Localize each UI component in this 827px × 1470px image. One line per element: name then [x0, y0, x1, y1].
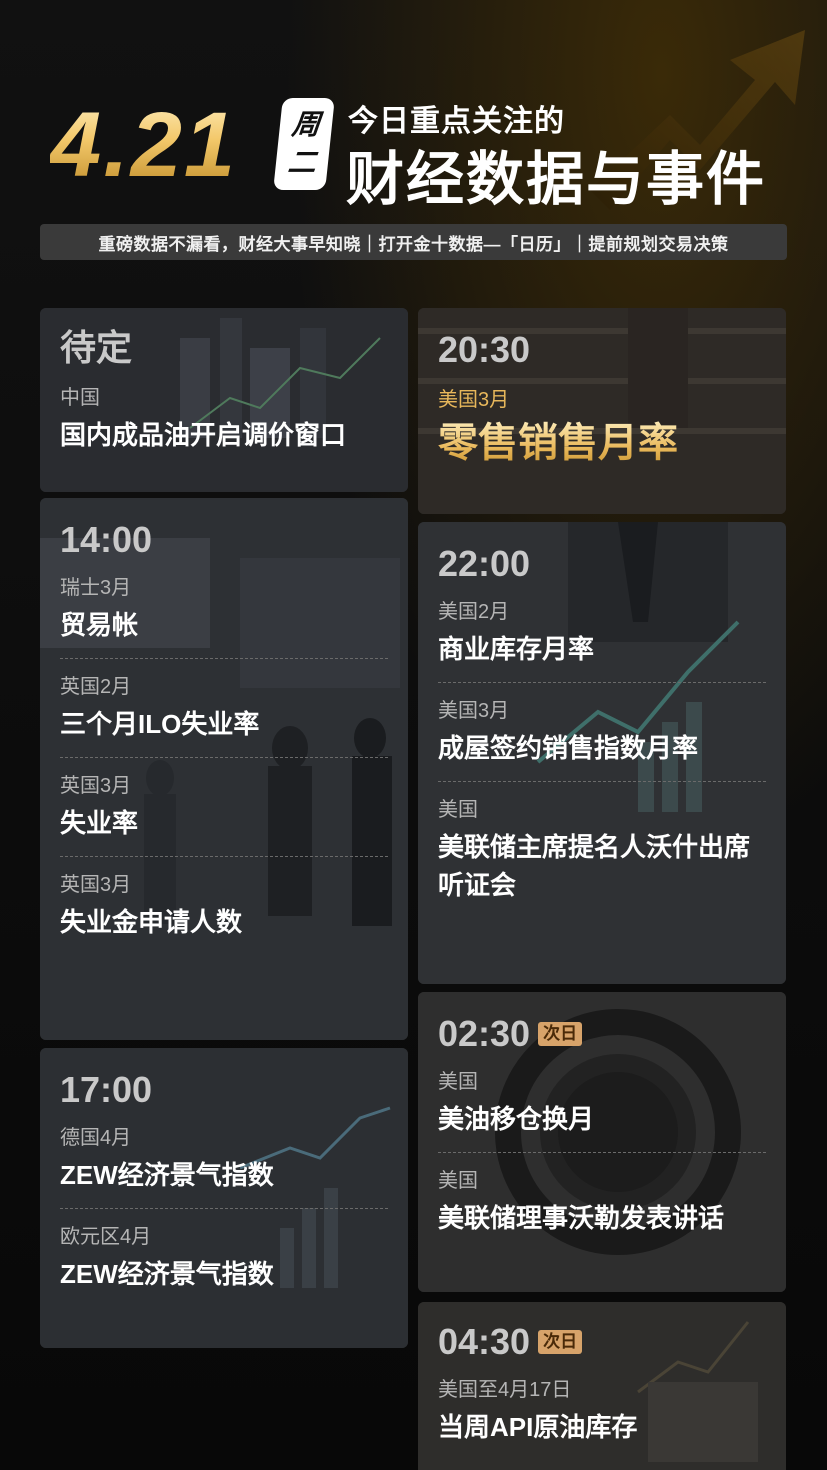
event-time: 17:00 — [60, 1069, 153, 1110]
weekday-badge: 周 二 — [273, 98, 335, 190]
event-title: 美油移仓换月 — [438, 1104, 595, 1134]
date-title: 4.21 — [50, 90, 237, 200]
event-item: 中国 国内成品油开启调价窗口 — [60, 370, 388, 468]
event-item: 美国3月 零售销售月率 — [438, 372, 766, 482]
event-item: 英国3月 失业金申请人数 — [60, 857, 388, 955]
event-region: 英国2月 — [60, 676, 132, 698]
event-item: 美国2月 商业库存月率 — [438, 586, 766, 683]
event-title: 美联储主席提名人沃什出席听证会 — [438, 832, 751, 900]
event-item: 美国 美联储主席提名人沃什出席听证会 — [438, 782, 766, 918]
tagline-banner: 重磅数据不漏看，财经大事早知晓｜打开金十数据—「日历」｜提前规划交易决策 — [40, 224, 787, 260]
event-time-value: 02:30 — [438, 1013, 531, 1054]
event-item: 美国3月 成屋签约销售指数月率 — [438, 683, 766, 782]
event-item: 英国2月 三个月ILO失业率 — [60, 659, 388, 758]
event-title: 贸易帐 — [60, 610, 139, 640]
next-day-badge: 次日 — [538, 1330, 583, 1354]
event-card-2030[interactable]: 20:30 美国3月 零售销售月率 — [418, 308, 786, 514]
event-card-tbd[interactable]: 待定 中国 国内成品油开启调价窗口 — [40, 308, 408, 492]
event-item: 德国4月 ZEW经济景气指数 — [60, 1112, 388, 1209]
event-region: 英国3月 — [60, 775, 132, 797]
event-region: 美国 — [438, 1170, 478, 1192]
weekday-char-1: 周 — [290, 109, 322, 140]
event-title: 失业率 — [60, 808, 139, 838]
event-item: 美国 美油移仓换月 — [438, 1056, 766, 1153]
event-region: 美国 — [438, 1071, 478, 1093]
event-title-highlight: 零售销售月率 — [438, 418, 766, 468]
event-item: 美国至4月17日 当周API原油库存 — [438, 1364, 766, 1460]
event-card-1700[interactable]: 17:00 德国4月 ZEW经济景气指数 欧元区4月 ZEW经济景气指数 — [40, 1048, 408, 1348]
next-day-badge: 次日 — [538, 1022, 583, 1046]
event-region: 美国3月 — [438, 700, 510, 722]
event-time: 待定 — [60, 327, 133, 368]
event-time-value: 04:30 — [438, 1321, 531, 1362]
event-title: 国内成品油开启调价窗口 — [60, 420, 347, 450]
event-card-0430[interactable]: 04:30 次日 美国至4月17日 当周API原油库存 — [418, 1302, 786, 1470]
event-region: 瑞士3月 — [60, 577, 132, 599]
event-title: 美联储理事沃勒发表讲话 — [438, 1203, 725, 1233]
event-time: 20:30 — [438, 329, 531, 370]
event-item: 英国3月 失业率 — [60, 758, 388, 857]
event-region: 英国3月 — [60, 874, 132, 896]
event-item: 瑞士3月 贸易帐 — [60, 562, 388, 659]
event-card-1400[interactable]: 14:00 瑞士3月 贸易帐 英国2月 三个月ILO失业率 英国3月 失业率 英… — [40, 498, 408, 1040]
event-title: 商业库存月率 — [438, 634, 595, 664]
page-header: 4.21 周 二 今日重点关注的 财经数据与事件 — [50, 90, 810, 212]
event-region: 中国 — [60, 387, 100, 409]
event-region: 欧元区4月 — [60, 1226, 152, 1248]
event-title: ZEW经济景气指数 — [60, 1160, 274, 1190]
event-card-0230[interactable]: 02:30 次日 美国 美油移仓换月 美国 美联储理事沃勒发表讲话 — [418, 992, 786, 1292]
event-title: 成屋签约销售指数月率 — [438, 733, 699, 763]
event-title: 失业金申请人数 — [60, 907, 243, 937]
event-item: 美国 美联储理事沃勒发表讲话 — [438, 1153, 766, 1251]
event-time: 04:30 次日 — [438, 1320, 766, 1364]
event-region: 德国4月 — [60, 1127, 132, 1149]
event-card-2200[interactable]: 22:00 美国2月 商业库存月率 美国3月 成屋签约销售指数月率 美国 美联储… — [418, 522, 786, 984]
weekday-char-2: 二 — [286, 147, 318, 178]
event-time: 02:30 次日 — [438, 1012, 766, 1056]
event-item: 欧元区4月 ZEW经济景气指数 — [60, 1209, 388, 1307]
event-region: 美国至4月17日 — [438, 1379, 572, 1401]
headline-title: 财经数据与事件 — [346, 147, 767, 212]
event-region: 美国2月 — [438, 601, 510, 623]
event-region: 美国 — [438, 799, 478, 821]
event-time: 14:00 — [60, 519, 153, 560]
event-title: ZEW经济景气指数 — [60, 1259, 274, 1289]
event-region: 美国3月 — [438, 389, 510, 411]
event-title: 三个月ILO失业率 — [60, 709, 260, 739]
event-title: 当周API原油库存 — [438, 1412, 638, 1442]
event-time: 22:00 — [438, 543, 531, 584]
